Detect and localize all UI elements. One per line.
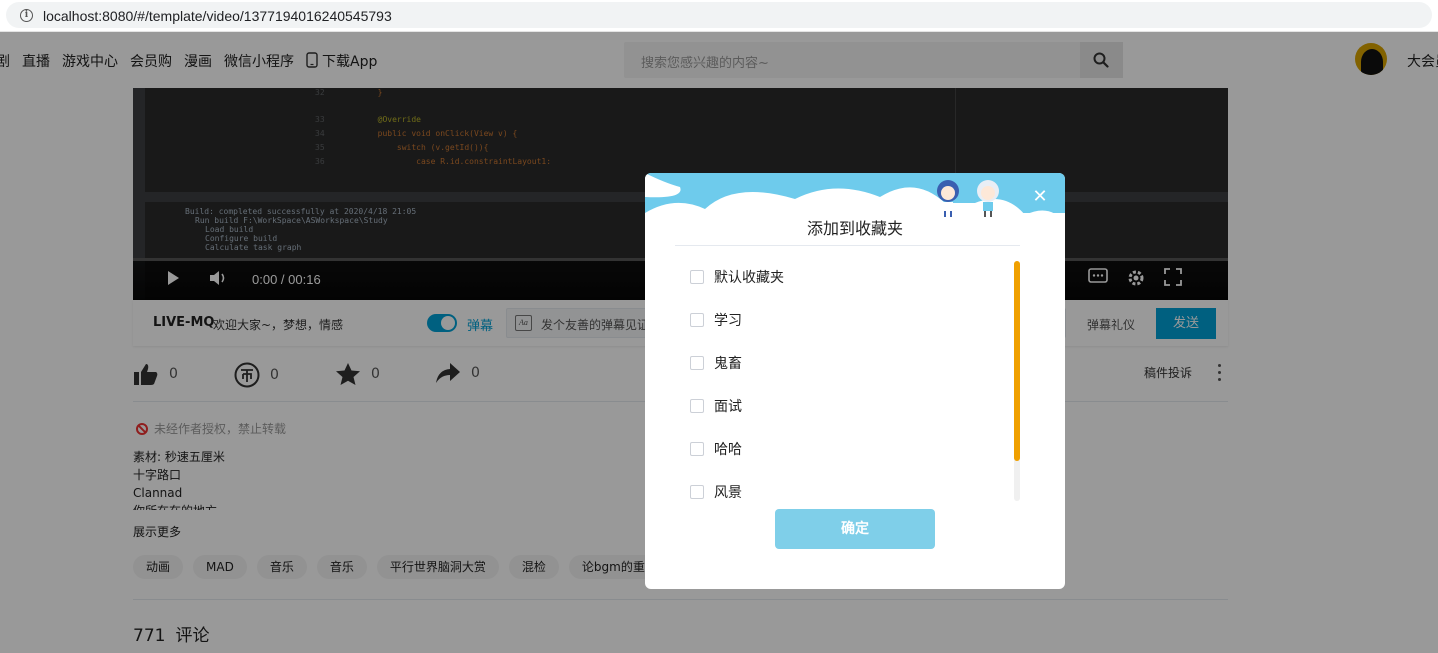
folder-item[interactable]: 面试 [690, 384, 1010, 427]
folder-item[interactable]: 鬼畜 [690, 341, 1010, 384]
folder-item[interactable]: 默认收藏夹 [690, 255, 1010, 298]
confirm-button[interactable]: 确定 [775, 509, 935, 549]
divider [675, 245, 1020, 246]
url-text: localhost:8080/#/template/video/13771940… [43, 8, 392, 24]
dialog-title: 添加到收藏夹 [806, 219, 903, 238]
checkbox[interactable] [690, 441, 704, 456]
folder-label: 学习 [714, 312, 742, 329]
folder-item[interactable]: 哈哈 [690, 427, 1010, 470]
add-to-favorites-dialog: ✕ 添加到收藏夹 默认收藏夹 学习 鬼畜 面试 哈哈 风景 确定 [645, 173, 1065, 589]
close-icon[interactable]: ✕ [1032, 188, 1048, 206]
site-info-icon[interactable]: i [20, 9, 33, 22]
checkbox[interactable] [690, 355, 704, 370]
folder-list-scrollbar[interactable] [1014, 261, 1020, 501]
folder-list: 默认收藏夹 学习 鬼畜 面试 哈哈 风景 [690, 255, 1010, 513]
folder-item[interactable]: 风景 [690, 470, 1010, 513]
checkbox[interactable] [690, 312, 704, 327]
url-field[interactable]: i localhost:8080/#/template/video/137719… [6, 2, 1432, 28]
checkbox[interactable] [690, 398, 704, 413]
folder-label: 风景 [714, 484, 742, 501]
folder-label: 默认收藏夹 [714, 269, 784, 286]
folder-label: 鬼畜 [714, 355, 742, 372]
folder-item[interactable]: 学习 [690, 298, 1010, 341]
browser-address-bar: i localhost:8080/#/template/video/137719… [0, 0, 1438, 32]
scrollbar-thumb[interactable] [1014, 261, 1020, 461]
folder-label: 哈哈 [714, 441, 742, 458]
checkbox[interactable] [690, 484, 704, 499]
folder-label: 面试 [714, 398, 742, 415]
checkbox[interactable] [690, 269, 704, 284]
